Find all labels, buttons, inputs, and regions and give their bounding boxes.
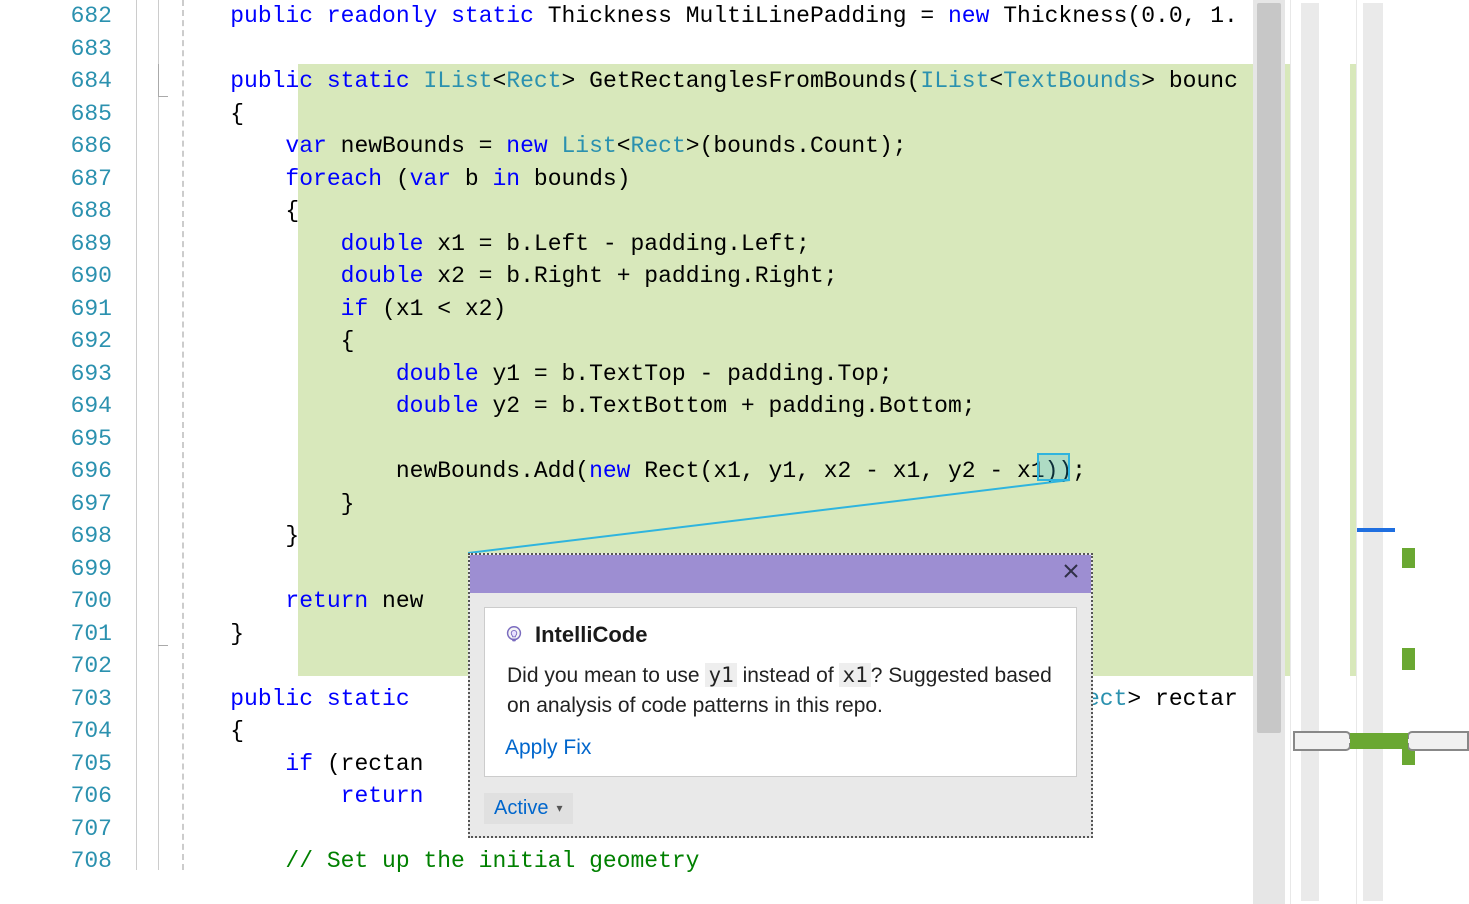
- line-number-gutter: 682 683 684 685 686 687 688 689 690 691 …: [0, 0, 120, 904]
- line-number: 702: [0, 650, 120, 683]
- line-number: 701: [0, 618, 120, 651]
- code-line[interactable]: }: [120, 488, 1253, 521]
- overview-ruler-1[interactable]: [1290, 0, 1350, 904]
- code-line[interactable]: double x1 = b.Left - padding.Left;: [120, 228, 1253, 261]
- code-line[interactable]: [120, 33, 1253, 66]
- chevron-down-icon: ▾: [556, 801, 562, 815]
- code-line[interactable]: public static IList<Rect> GetRectanglesF…: [120, 65, 1253, 98]
- code-line[interactable]: newBounds.Add(new Rect(x1, y1, x2 - x1, …: [120, 455, 1253, 488]
- code-line[interactable]: // Set up the initial geometry: [120, 845, 1253, 878]
- line-number: 686: [0, 130, 120, 163]
- line-number: 699: [0, 553, 120, 586]
- overview-marker: [1357, 528, 1395, 532]
- code-line[interactable]: }: [120, 520, 1253, 553]
- intellicode-popup[interactable]: IntelliCode Did you mean to use y1 inste…: [468, 553, 1093, 838]
- line-number: 684: [0, 65, 120, 98]
- lightbulb-icon: [503, 624, 525, 646]
- code-line[interactable]: {: [120, 98, 1253, 131]
- line-number: 691: [0, 293, 120, 326]
- code-line[interactable]: foreach (var b in bounds): [120, 163, 1253, 196]
- popup-message: Did you mean to use y1 instead of x1? Su…: [507, 660, 1058, 722]
- line-number: 705: [0, 748, 120, 781]
- code-line[interactable]: {: [120, 325, 1253, 358]
- code-line[interactable]: double y2 = b.TextBottom + padding.Botto…: [120, 390, 1253, 423]
- line-number: 700: [0, 585, 120, 618]
- overview-track: [1301, 3, 1319, 901]
- vertical-scrollbar[interactable]: [1253, 0, 1285, 904]
- overview-marker: [1402, 648, 1415, 670]
- line-number: 692: [0, 325, 120, 358]
- line-number: 685: [0, 98, 120, 131]
- line-number: 698: [0, 520, 120, 553]
- line-number: 693: [0, 358, 120, 391]
- line-number: 707: [0, 813, 120, 846]
- code-line[interactable]: public readonly static Thickness MultiLi…: [120, 0, 1253, 33]
- popup-body: IntelliCode Did you mean to use y1 inste…: [484, 607, 1077, 777]
- status-dropdown[interactable]: Active ▾: [484, 793, 573, 824]
- line-number: 682: [0, 0, 120, 33]
- line-number: 695: [0, 423, 120, 456]
- line-number: 687: [0, 163, 120, 196]
- popup-footer: Active ▾: [470, 791, 1091, 836]
- line-number: 708: [0, 845, 120, 878]
- status-label: Active: [494, 797, 548, 820]
- line-number: 704: [0, 715, 120, 748]
- close-icon[interactable]: [1059, 561, 1083, 585]
- line-number: 703: [0, 683, 120, 716]
- code-line[interactable]: double x2 = b.Right + padding.Right;: [120, 260, 1253, 293]
- line-number: 688: [0, 195, 120, 228]
- overview-ruler-2[interactable]: [1356, 0, 1414, 904]
- line-number: 694: [0, 390, 120, 423]
- line-number: 706: [0, 780, 120, 813]
- overview-track: [1363, 3, 1383, 901]
- line-number: 697: [0, 488, 120, 521]
- apply-fix-link[interactable]: Apply Fix: [505, 736, 1058, 760]
- suggested-token: y1: [705, 663, 736, 687]
- line-number: 683: [0, 33, 120, 66]
- overview-marker: [1402, 735, 1415, 765]
- overview-marker: [1402, 548, 1415, 568]
- code-line[interactable]: if (x1 < x2): [120, 293, 1253, 326]
- code-line[interactable]: double y1 = b.TextTop - padding.Top;: [120, 358, 1253, 391]
- code-line[interactable]: var newBounds = new List<Rect>(bounds.Co…: [120, 130, 1253, 163]
- code-line[interactable]: {: [120, 195, 1253, 228]
- line-number: 696: [0, 455, 120, 488]
- current-token: x1: [839, 663, 870, 687]
- line-number: 689: [0, 228, 120, 261]
- popup-header: [470, 555, 1091, 593]
- popup-title: IntelliCode: [535, 622, 647, 648]
- line-number: 690: [0, 260, 120, 293]
- code-line[interactable]: [120, 423, 1253, 456]
- scrollbar-thumb[interactable]: [1257, 3, 1281, 733]
